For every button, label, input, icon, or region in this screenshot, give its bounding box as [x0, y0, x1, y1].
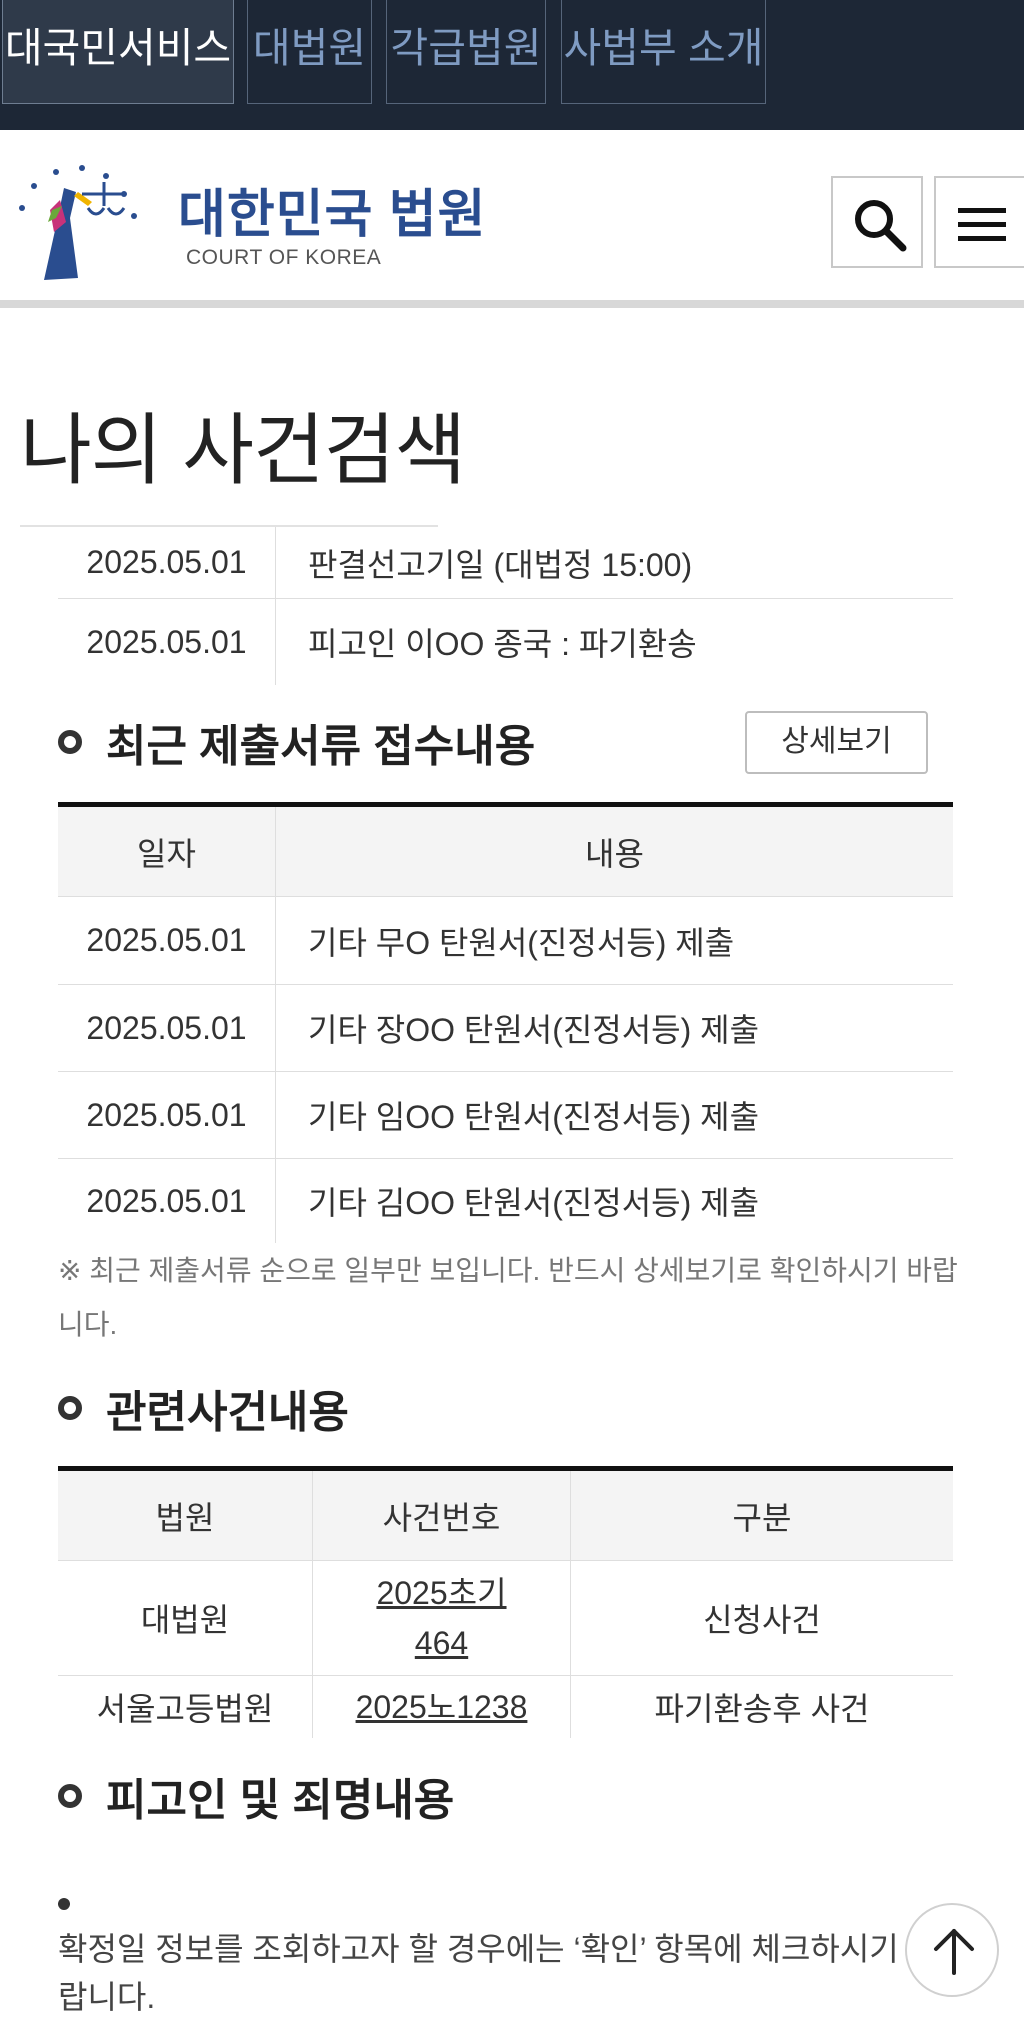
document-date: 2025.05.01 [58, 1072, 276, 1158]
column-header-court: 법원 [58, 1471, 313, 1560]
column-header-case-number: 사건번호 [313, 1471, 571, 1560]
top-navigation: 대국민서비스 대법원 각급법원 사법부 소개 [0, 0, 1024, 130]
court-emblem-icon[interactable] [4, 148, 154, 286]
case-number-line[interactable]: 2025초기 [376, 1568, 506, 1618]
detail-view-button[interactable]: 상세보기 [745, 711, 928, 774]
tab-supreme-court[interactable]: 대법원 [247, 0, 372, 104]
section-heading-text: 피고인 및 죄명내용 [106, 1776, 455, 1825]
logo-title[interactable]: 대한민국 법원 [178, 172, 487, 247]
table-row: 2025.05.01 기타 김OO 탄원서(진정서등) 제출 [58, 1159, 953, 1243]
table-row: 대법원 2025초기 464 신청사건 [58, 1561, 953, 1676]
search-icon [855, 200, 907, 252]
site-header: 대한민국 법원 COURT OF KOREA [0, 130, 1024, 308]
table-row: 서울고등법원 2025노1238 파기환송후 사건 [58, 1676, 953, 1738]
schedule-date: 2025.05.01 [58, 527, 276, 598]
document-date: 2025.05.01 [58, 897, 276, 984]
column-header-content: 내용 [585, 835, 644, 872]
column-header-date: 일자 [58, 807, 276, 896]
schedule-content: 판결선고기일 (대법정 15:00) [308, 546, 693, 583]
schedule-content: 피고인 이OO 종국 : 파기환송 [308, 626, 697, 662]
related-court: 서울고등법원 [58, 1676, 313, 1738]
table-header-row: 법원 사건번호 구분 [58, 1471, 953, 1561]
schedule-row: 2025.05.01 피고인 이OO 종국 : 파기환송 [58, 599, 953, 685]
circle-bullet-icon [58, 730, 82, 754]
menu-button[interactable] [934, 176, 1024, 268]
case-number-line[interactable]: 464 [415, 1618, 468, 1668]
arrow-up-icon [934, 1929, 974, 1975]
related-court: 대법원 [58, 1561, 313, 1675]
search-button[interactable] [831, 176, 923, 268]
page-title: 나의 사건검색 [20, 406, 466, 494]
document-content: 기타 무O 탄원서(진정서등) 제출 [308, 924, 735, 961]
table-row: 2025.05.01 기타 임OO 탄원서(진정서등) 제출 [58, 1072, 953, 1159]
section-heading-defendant: 피고인 및 죄명내용 [58, 1766, 454, 1826]
case-number-link[interactable]: 2025노1238 [313, 1676, 571, 1738]
schedule-row: 2025.05.01 판결선고기일 (대법정 15:00) [58, 527, 953, 599]
section-heading-text: 최근 제출서류 접수내용 [106, 722, 536, 771]
scroll-to-top-button[interactable] [905, 1903, 999, 1997]
section-heading-documents: 최근 제출서류 접수내용 [58, 712, 535, 772]
documents-note: ※ 최근 제출서류 순으로 일부만 보입니다. 반드시 상세보기로 확인하시기 … [58, 1255, 958, 1340]
document-date: 2025.05.01 [58, 1159, 276, 1243]
section-heading-text: 관련사건내용 [106, 1388, 349, 1437]
related-type: 신청사건 [703, 1602, 821, 1638]
case-number-line[interactable]: 2025노1238 [356, 1682, 528, 1732]
hamburger-menu-icon [958, 208, 1006, 241]
tab-citizen-service[interactable]: 대국민서비스 [2, 0, 234, 104]
section-heading-related: 관련사건내용 [58, 1378, 349, 1438]
table-row: 2025.05.01 기타 무O 탄원서(진정서등) 제출 [58, 897, 953, 985]
document-date: 2025.05.01 [58, 985, 276, 1071]
defendant-info-text: 확정일 정보를 조회하고자 할 경우에는 ‘확인’ 항목에 체크하시기 바랍니다… [58, 1931, 938, 2015]
table-header-row: 일자 내용 [58, 807, 953, 897]
case-number-link[interactable]: 2025초기 464 [313, 1561, 571, 1675]
circle-bullet-icon [58, 1784, 82, 1808]
tab-courts[interactable]: 각급법원 [386, 0, 546, 104]
logo-subtitle: COURT OF KOREA [186, 246, 382, 269]
tab-judiciary-intro[interactable]: 사법부 소개 [561, 0, 766, 104]
document-content: 기타 임OO 탄원서(진정서등) 제출 [308, 1099, 760, 1135]
column-header-type: 구분 [732, 1499, 792, 1536]
related-type: 파기환송후 사건 [654, 1691, 870, 1727]
table-row: 2025.05.01 기타 장OO 탄원서(진정서등) 제출 [58, 985, 953, 1072]
list-bullet [58, 1898, 70, 1910]
schedule-date: 2025.05.01 [58, 599, 276, 685]
document-content: 기타 김OO 탄원서(진정서등) 제출 [308, 1185, 760, 1221]
document-content: 기타 장OO 탄원서(진정서등) 제출 [308, 1012, 760, 1048]
circle-bullet-icon [58, 1396, 82, 1420]
